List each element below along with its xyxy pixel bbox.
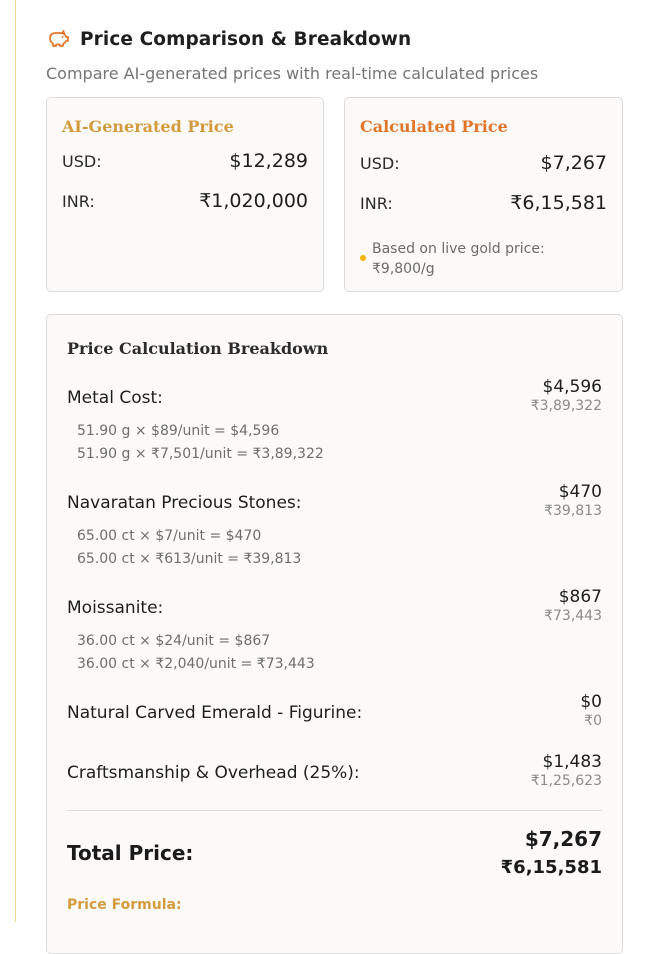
calc-inr-row: INR: ₹6,15,581 — [360, 192, 607, 214]
item-name: Craftsmanship & Overhead (25%): — [67, 763, 360, 783]
item-name: Navaratan Precious Stones: — [67, 493, 302, 513]
item-usd: $470 — [558, 482, 602, 502]
ai-inr-label: INR: — [62, 192, 95, 211]
item-inr: ₹73,443 — [544, 608, 602, 624]
calc-inr-label: INR: — [360, 194, 393, 213]
gold-price-note: Based on live gold price: ₹9,800/g — [360, 239, 580, 279]
left-border-line — [15, 0, 16, 922]
gold-price-note-text: Based on live gold price: ₹9,800/g — [372, 241, 545, 277]
item-calc-inr: 36.00 ct × ₹2,040/unit = ₹73,443 — [77, 656, 315, 672]
item-name: Natural Carved Emerald - Figurine: — [67, 703, 363, 723]
item-name: Moissanite: — [67, 598, 164, 618]
item-usd: $1,483 — [542, 752, 602, 772]
item-calc-usd: 36.00 ct × $24/unit = $867 — [77, 633, 271, 649]
total-price-label: Total Price: — [67, 841, 194, 865]
calc-usd-row: USD: $7,267 — [360, 152, 607, 174]
ai-usd-value: $12,289 — [229, 150, 308, 172]
total-usd: $7,267 — [524, 827, 602, 851]
total-amounts: $7,267 ₹6,15,581 — [501, 827, 602, 878]
section-header: Price Comparison & Breakdown — [46, 27, 411, 51]
item-name: Metal Cost: — [67, 388, 163, 408]
item-calc-usd: 51.90 g × $89/unit = $4,596 — [77, 423, 280, 439]
ai-usd-label: USD: — [62, 152, 102, 171]
item-amounts: $4,596 ₹3,89,322 — [531, 377, 602, 414]
item-amounts: $470 ₹39,813 — [544, 482, 602, 519]
calculated-price-title: Calculated Price — [360, 117, 508, 136]
section-subtitle: Compare AI-generated prices with real-ti… — [46, 64, 539, 83]
item-amounts: $1,483 ₹1,25,623 — [531, 752, 602, 789]
price-formula-label: Price Formula: — [67, 897, 182, 913]
total-inr: ₹6,15,581 — [500, 857, 602, 878]
calculated-price-card: Calculated Price USD: $7,267 INR: ₹6,15,… — [344, 97, 623, 292]
item-usd: $867 — [558, 587, 602, 607]
item-inr: ₹3,89,322 — [530, 398, 602, 414]
ai-inr-value: ₹1,020,000 — [199, 190, 308, 212]
calc-usd-label: USD: — [360, 154, 400, 173]
price-breakdown-panel: Price Calculation Breakdown Metal Cost: … — [46, 314, 623, 954]
item-calc-usd: 65.00 ct × $7/unit = $470 — [77, 528, 262, 544]
item-usd: $4,596 — [542, 377, 602, 397]
ai-price-card: AI-Generated Price USD: $12,289 INR: ₹1,… — [46, 97, 324, 292]
total-divider — [67, 810, 602, 811]
section-title: Price Comparison & Breakdown — [80, 28, 412, 50]
item-inr: ₹0 — [584, 713, 602, 729]
calc-usd-value: $7,267 — [540, 152, 607, 174]
item-amounts: $0 ₹0 — [580, 692, 602, 729]
calc-inr-value: ₹6,15,581 — [510, 192, 607, 214]
ai-usd-row: USD: $12,289 — [62, 150, 308, 172]
item-usd: $0 — [580, 692, 602, 712]
breakdown-title: Price Calculation Breakdown — [67, 339, 329, 358]
item-calc-inr: 51.90 g × ₹7,501/unit = ₹3,89,322 — [77, 446, 324, 462]
bullet-dot-icon — [360, 255, 366, 261]
piggy-bank-icon — [46, 27, 70, 51]
item-calc-inr: 65.00 ct × ₹613/unit = ₹39,813 — [77, 551, 302, 567]
item-inr: ₹1,25,623 — [530, 773, 602, 789]
item-inr: ₹39,813 — [544, 503, 602, 519]
ai-inr-row: INR: ₹1,020,000 — [62, 190, 308, 212]
ai-price-title: AI-Generated Price — [62, 117, 234, 136]
item-amounts: $867 ₹73,443 — [544, 587, 602, 624]
